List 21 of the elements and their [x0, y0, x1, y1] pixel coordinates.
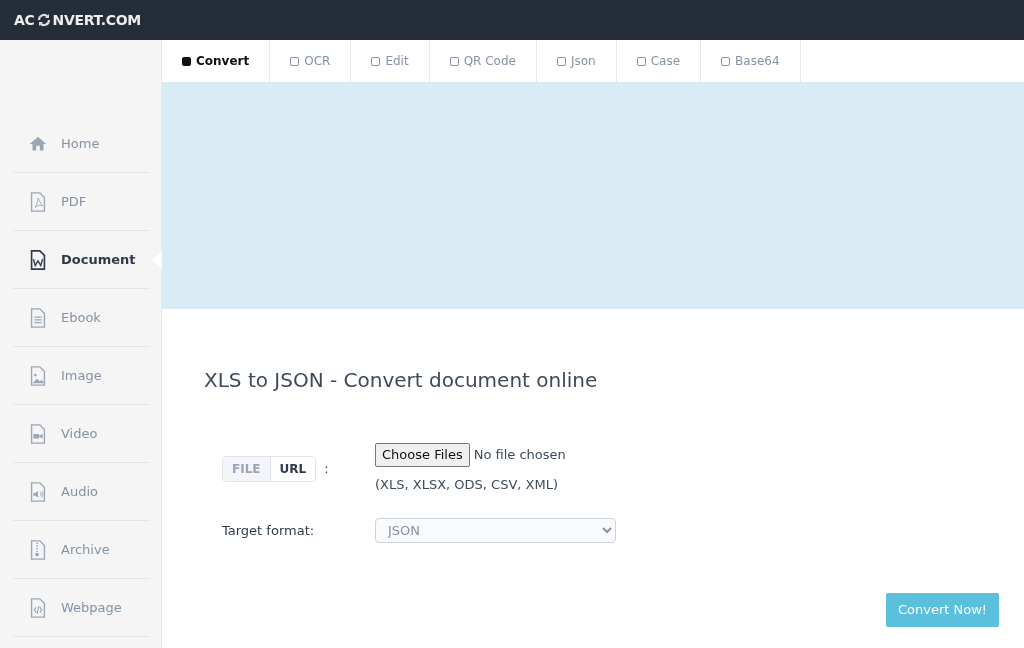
logo-text: NVERT.COM [52, 10, 141, 30]
refresh-icon [36, 13, 51, 27]
sidebar-item[interactable]: Archive [13, 521, 150, 579]
sidebar-item[interactable]: Audio [13, 463, 150, 521]
file-status: No file chosen [473, 446, 566, 464]
choose-files-button[interactable]: Choose Files [375, 443, 470, 467]
colon-text: : [324, 459, 329, 478]
sidebar-item[interactable]: Image [13, 347, 150, 405]
target-format-select[interactable]: JSON [375, 518, 616, 543]
sidebar-item[interactable]: Video [13, 405, 150, 463]
logo-text: AC [14, 10, 35, 30]
target-format-label: Target format: [222, 521, 316, 540]
page-title: XLS to JSON - Convert document online [204, 367, 599, 394]
source-toggle[interactable]: URL [269, 456, 316, 481]
formats-hint: (XLS, XLSX, ODS, CSV, XML) [375, 475, 559, 494]
sidebar-item[interactable]: Home [13, 115, 150, 173]
sidebar-item[interactable]: Ebook [13, 289, 150, 347]
source-toggle[interactable]: FILE [223, 456, 270, 481]
sidebar-item[interactable]: Webpage [13, 579, 150, 637]
sidebar-item[interactable]: PDF [13, 173, 150, 231]
convert-now-button[interactable]: Convert Now! [885, 593, 999, 627]
